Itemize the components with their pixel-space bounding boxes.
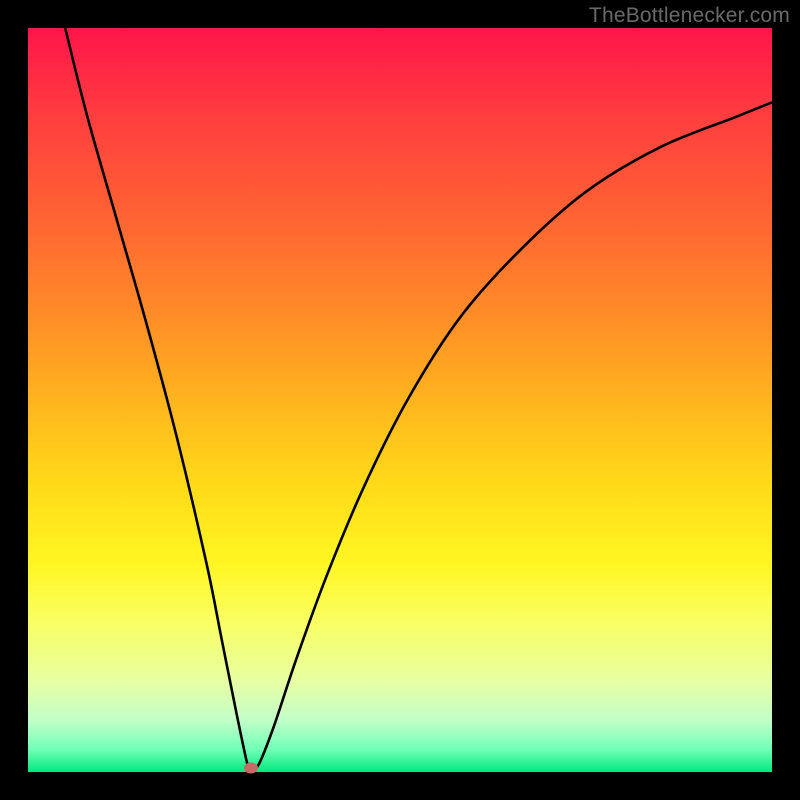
chart-frame: TheBottlenecker.com <box>0 0 800 800</box>
attribution-label: TheBottlenecker.com <box>589 4 790 28</box>
plot-area <box>28 28 772 772</box>
bottleneck-curve <box>65 28 772 770</box>
optimal-point-marker <box>244 763 258 774</box>
curve-layer <box>28 28 772 772</box>
